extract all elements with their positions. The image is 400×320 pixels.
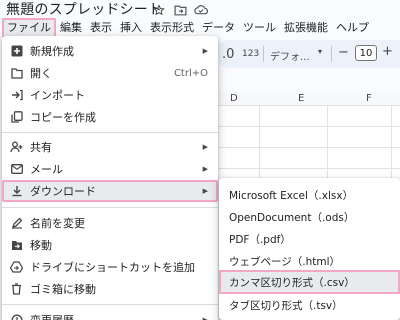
menu-bar: ファイル 編集 表示 挿入 表示形式 データ ツール 拡張機能 ヘルプ (0, 18, 400, 38)
menu-item-download[interactable]: ダウンロード ▶ (2, 180, 218, 202)
mail-icon (10, 163, 23, 176)
rename-icon (10, 217, 23, 230)
menu-view[interactable]: 表示 (86, 20, 116, 36)
menu-item-new[interactable]: 新規作成 ▶ (2, 40, 218, 62)
download-xlsx[interactable]: Microsoft Excel（.xlsx） (219, 184, 400, 206)
menu-item-import[interactable]: インポート (2, 84, 218, 106)
column-header-e[interactable]: E (298, 93, 304, 104)
trash-icon (10, 283, 23, 296)
column-header-f[interactable]: F (366, 93, 372, 104)
download-csv[interactable]: カンマ区切り形式（.csv） (219, 270, 400, 294)
download-icon (10, 185, 23, 198)
star-icon[interactable] (152, 3, 166, 17)
menu-item-move[interactable]: 移動 (2, 234, 218, 256)
history-icon (10, 314, 23, 320)
menu-file[interactable]: ファイル (2, 18, 56, 38)
menu-edit[interactable]: 編集 (56, 20, 86, 36)
menu-item-share[interactable]: 共有 ▶ (2, 136, 218, 158)
font-size-increase-button[interactable]: + (382, 44, 393, 59)
font-size-input[interactable]: 10 (355, 45, 377, 61)
download-pdf[interactable]: PDF（.pdf） (219, 228, 400, 250)
menu-format[interactable]: 表示形式 (146, 20, 198, 36)
column-header-d[interactable]: D (230, 93, 238, 104)
number-format-button[interactable]: 123 (242, 49, 259, 59)
drive-shortcut-icon (10, 261, 23, 274)
menu-item-make-copy[interactable]: コピーを作成 (2, 106, 218, 128)
import-icon (10, 89, 23, 102)
plus-box-icon (10, 45, 23, 58)
font-family-select[interactable]: デフォ... (270, 48, 310, 63)
cloud-status-icon[interactable] (194, 3, 208, 17)
toolbar-divider (263, 46, 264, 62)
folder-icon (10, 67, 23, 80)
submenu-arrow-icon: ▶ (202, 143, 208, 151)
submenu-arrow-icon: ▶ (202, 165, 208, 173)
menu-item-rename[interactable]: 名前を変更 (2, 212, 218, 234)
menu-item-trash[interactable]: ゴミ箱に移動 (2, 278, 218, 300)
font-size-decrease-button[interactable]: − (338, 45, 349, 60)
menu-item-open[interactable]: 開く Ctrl+O (2, 62, 218, 84)
menu-divider (2, 304, 218, 305)
move-to-folder-icon[interactable] (173, 3, 187, 17)
column-header-row (215, 92, 400, 106)
submenu-arrow-icon: ▶ (202, 316, 208, 320)
file-menu: 新規作成 ▶ 開く Ctrl+O インポート コピーを作成 共有 ▶ メール ▶… (2, 36, 218, 320)
menu-extensions[interactable]: 拡張機能 (280, 20, 332, 36)
menu-help[interactable]: ヘルプ (332, 20, 373, 36)
download-tsv[interactable]: タブ区切り形式（.tsv） (219, 294, 400, 316)
menu-divider (2, 132, 218, 133)
font-dropdown-arrow-icon[interactable]: ▾ (318, 47, 322, 56)
submenu-arrow-icon: ▶ (202, 47, 208, 55)
toolbar-divider (331, 46, 332, 62)
copy-icon (10, 111, 23, 124)
menu-insert[interactable]: 挿入 (116, 20, 146, 36)
menu-data[interactable]: データ (198, 20, 239, 36)
menu-item-add-shortcut[interactable]: ドライブにショートカットを追加 (2, 256, 218, 278)
shortcut-label: Ctrl+O (173, 67, 208, 79)
menu-item-email[interactable]: メール ▶ (2, 158, 218, 180)
submenu-arrow-icon: ▶ (202, 187, 208, 195)
menu-tools[interactable]: ツール (239, 20, 280, 36)
download-submenu: Microsoft Excel（.xlsx） OpenDocument（.ods… (219, 178, 400, 320)
menu-item-version-history[interactable]: 変更履歴 ▶ (2, 309, 218, 320)
share-person-icon (10, 141, 23, 154)
document-title[interactable]: 無題のスプレッドシート (6, 1, 162, 19)
download-ods[interactable]: OpenDocument（.ods） (219, 206, 400, 228)
download-html[interactable]: ウェブページ（.html） (219, 250, 400, 272)
menu-divider (2, 207, 218, 208)
move-folder-icon (10, 239, 23, 252)
decimal-decrease-icon[interactable]: .0 (222, 47, 234, 62)
